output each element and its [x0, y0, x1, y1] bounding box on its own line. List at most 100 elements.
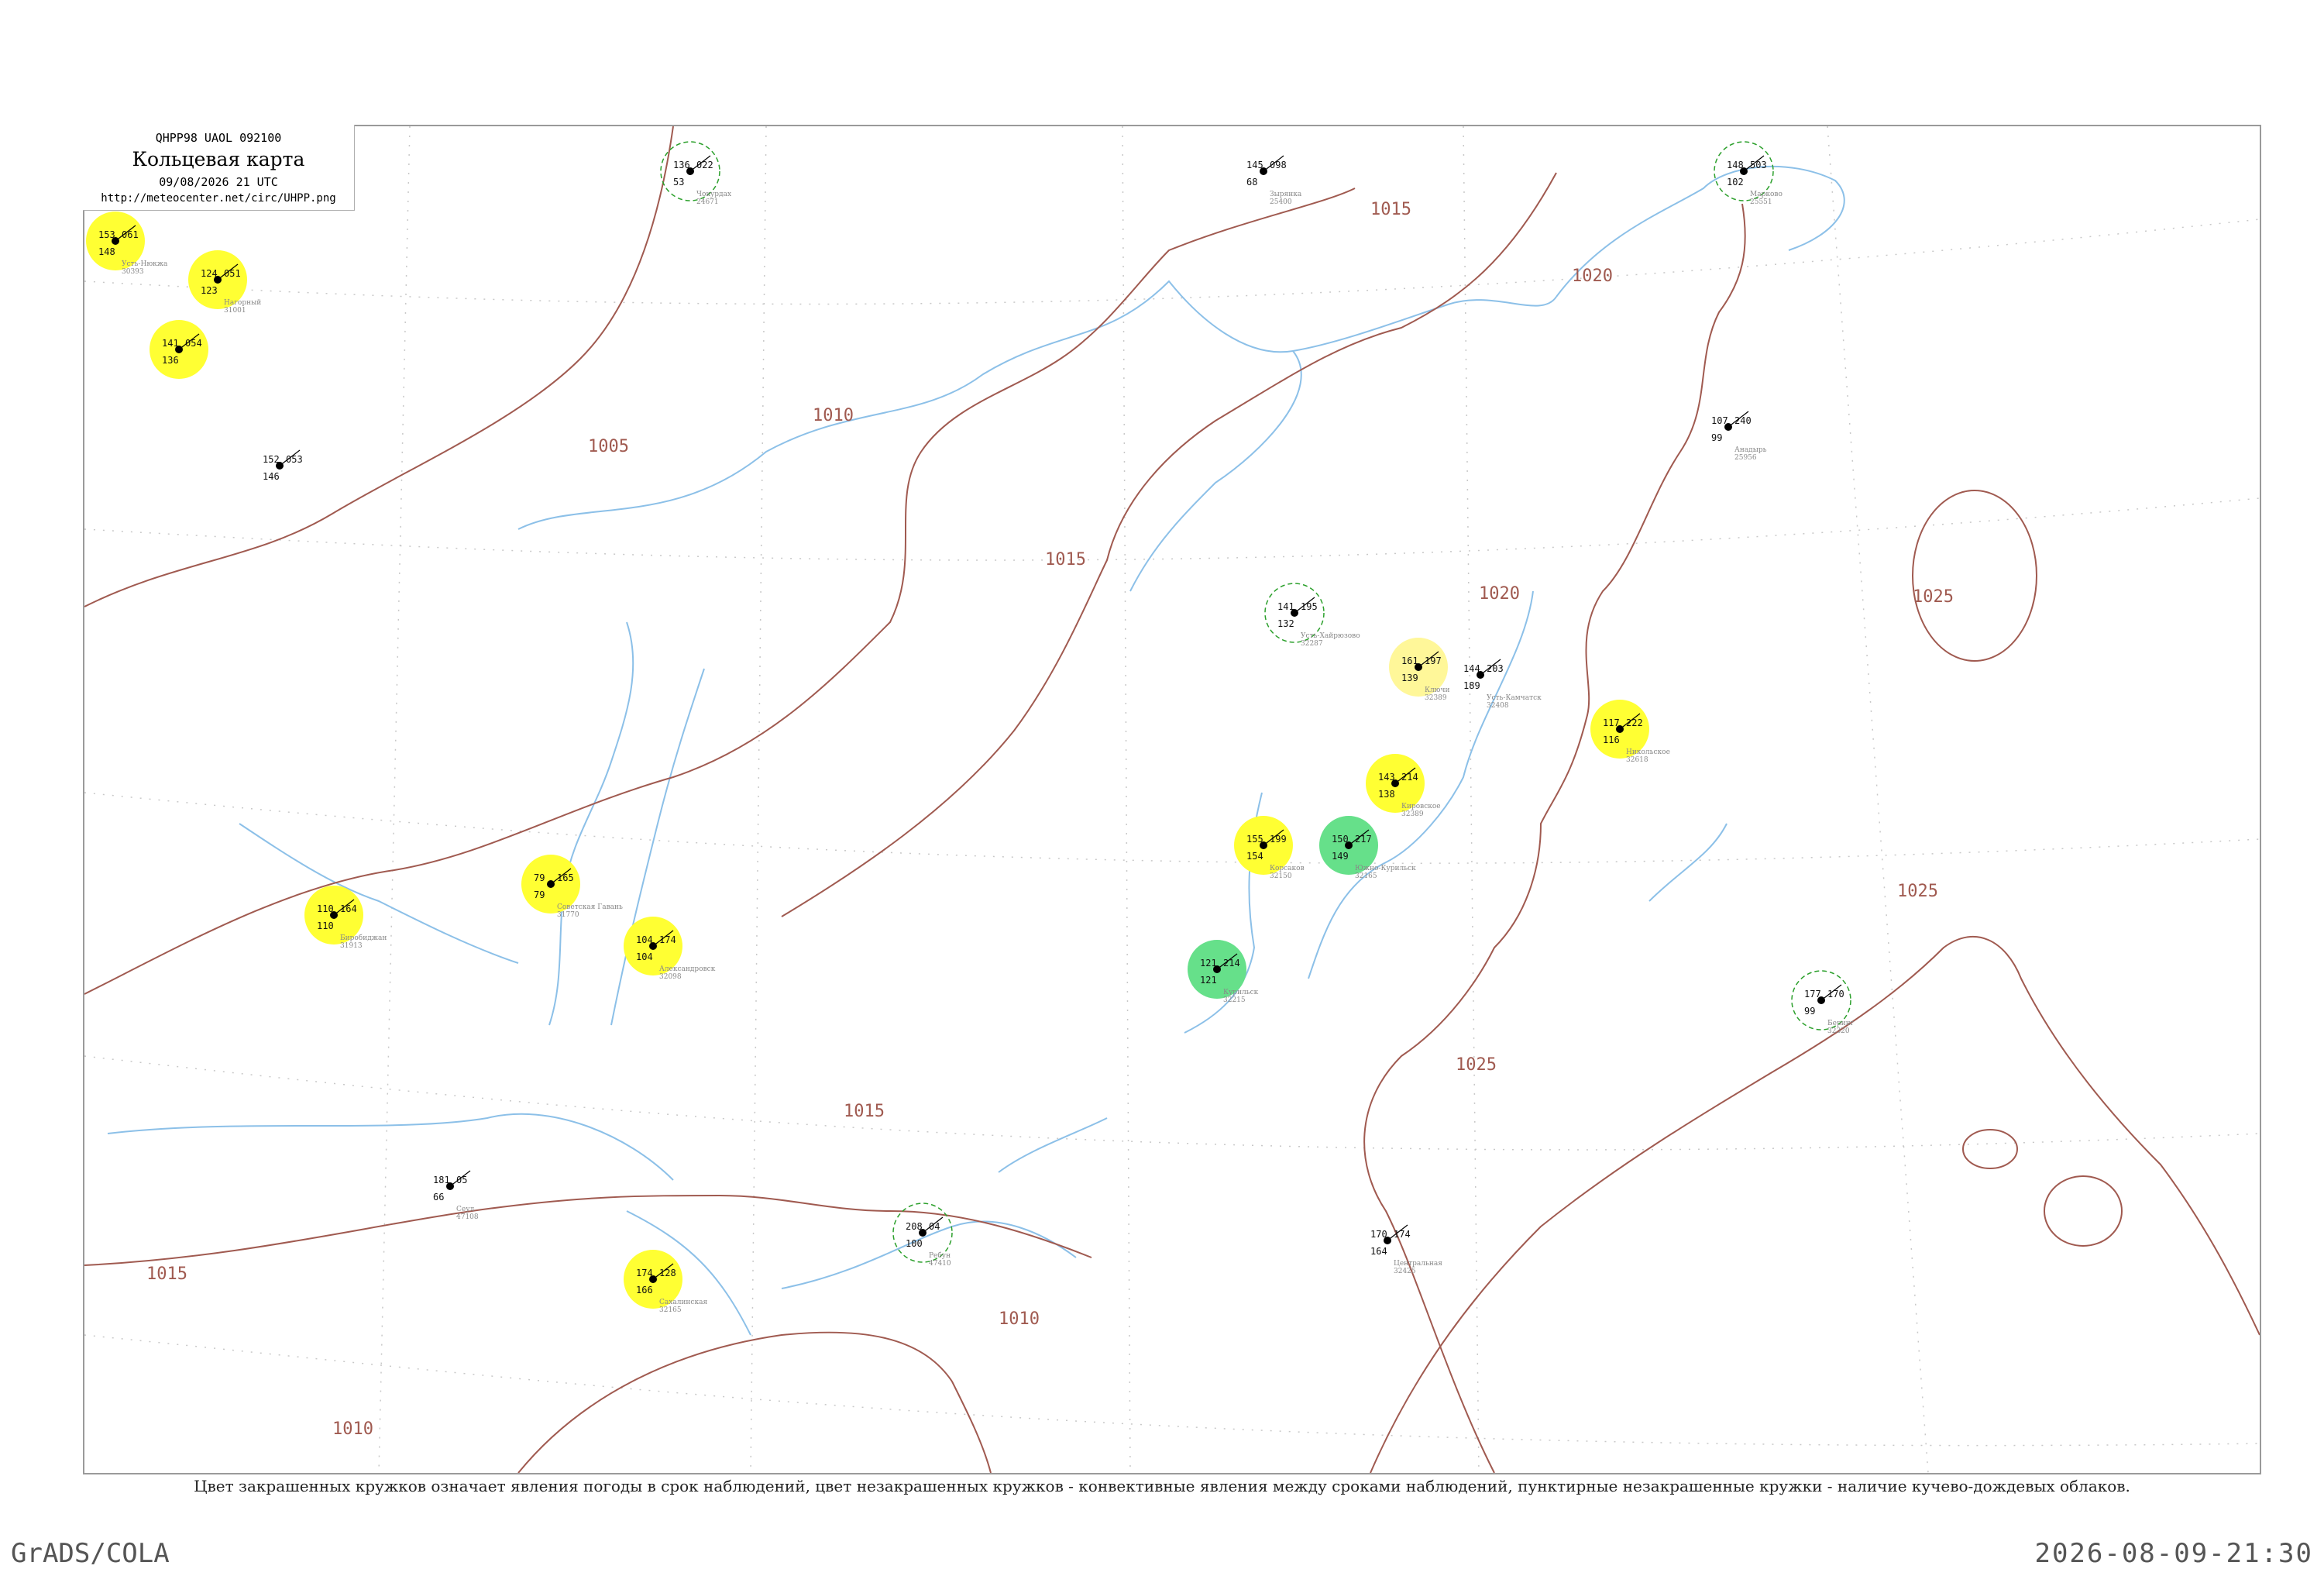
- station-temp: 110: [317, 903, 334, 914]
- station-name: Усть-Хайрюзово: [1301, 632, 1360, 640]
- station-index: 47108: [456, 1213, 479, 1221]
- station-dewpoint: 99: [1804, 1006, 1815, 1017]
- isobar-label: 1005: [588, 437, 629, 456]
- station-index: 32150: [1270, 872, 1292, 880]
- station-index: 32389: [1425, 694, 1447, 702]
- station-plot[interactable]: 144 203189Усть-Камчатск32408: [1463, 659, 1542, 710]
- station-plot[interactable]: 141 054136: [150, 320, 208, 379]
- station-dewpoint: 104: [636, 951, 653, 962]
- station-plot[interactable]: 150 217149Южно-Курильск32165: [1319, 816, 1416, 880]
- station-plot[interactable]: 177 17099Беринг32320: [1791, 970, 1855, 1035]
- coastline: [107, 165, 1845, 1336]
- station-index: 31913: [340, 942, 363, 950]
- station-temp: 170: [1370, 1229, 1387, 1240]
- station-temp: 79: [534, 872, 545, 883]
- station-plot[interactable]: 148 503102Марково25551: [1714, 141, 1783, 206]
- station-dewpoint: 132: [1277, 618, 1294, 629]
- isobars: [84, 126, 2260, 1473]
- station-index: 32098: [659, 973, 682, 981]
- isobar-label: 1020: [1479, 584, 1520, 604]
- isobar-label: 1015: [1045, 550, 1086, 569]
- isobar-label: 1020: [1572, 267, 1613, 286]
- station-dewpoint: 189: [1463, 680, 1480, 691]
- station-plot[interactable]: 136 02253Чокурдах24671: [660, 141, 731, 206]
- station-plot[interactable]: 161 197139Ключи32389: [1389, 638, 1449, 702]
- brand-label: GrADS/COLA: [11, 1538, 170, 1569]
- station-dewpoint: 110: [317, 920, 334, 931]
- source-url[interactable]: http://meteocenter.net/circ/UHPP.png: [83, 192, 354, 205]
- station-index: 32165: [1355, 872, 1377, 880]
- station-dewpoint: 68: [1246, 177, 1257, 188]
- station-index: 32389: [1401, 810, 1424, 818]
- station-plot[interactable]: 124 051123Нагорный31001: [188, 250, 261, 315]
- station-temp: 144: [1463, 663, 1480, 674]
- isobar-labels: 1005 1010 1010 1015 1015 1015 1015 1020 …: [146, 200, 1954, 1439]
- station-plot[interactable]: 174 128166Сахалинская32165: [624, 1250, 707, 1314]
- station-dewpoint: 149: [1332, 851, 1349, 862]
- station-name: Нагорный: [224, 299, 261, 307]
- station-temp: 161: [1401, 655, 1418, 666]
- station-index: 32618: [1626, 756, 1648, 764]
- station-name: Кировское: [1401, 803, 1441, 810]
- station-plot[interactable]: 141 195132Усть-Хайрюзово32287: [1264, 583, 1360, 648]
- station-temp: 124: [201, 268, 218, 279]
- station-plot[interactable]: 181 0566Сеул47108: [433, 1170, 479, 1221]
- station-temp: 136: [673, 160, 690, 170]
- station-index: 32165: [659, 1306, 682, 1314]
- station-name: Южно-Курильск: [1355, 865, 1416, 872]
- station-dewpoint: 148: [98, 246, 115, 257]
- render-timestamp: 2026-08-09-21:30: [2034, 1538, 2313, 1569]
- map-date: 09/08/2026 21 UTC: [159, 175, 278, 189]
- station-name: Никольское: [1626, 748, 1670, 756]
- station-dewpoint: 100: [906, 1238, 923, 1249]
- station-name: Курильск: [1223, 989, 1259, 996]
- station-dewpoint: 154: [1246, 851, 1263, 862]
- station-dewpoint: 53: [673, 177, 684, 188]
- isobar-1025: [1370, 935, 2260, 1473]
- station-plot[interactable]: 152 053146: [263, 449, 303, 482]
- synoptic-map: 1005 1010 1010 1015 1015 1015 1015 1020 …: [84, 126, 2260, 1473]
- station-temp: 174: [636, 1268, 653, 1278]
- station-name: Корсаков: [1270, 865, 1305, 872]
- isobar-label: 1010: [332, 1419, 373, 1439]
- station-index: 32320: [1827, 1027, 1850, 1035]
- station-plot[interactable]: 104 174104Александровск32098: [624, 917, 716, 981]
- isobar-label: 1015: [844, 1102, 885, 1121]
- station-dewpoint: 136: [162, 355, 179, 366]
- isobar-1010: [84, 188, 1356, 995]
- station-index: 32408: [1487, 702, 1509, 710]
- station-temp: 145: [1246, 160, 1263, 170]
- isobar-ring-small-2: [2044, 1175, 2123, 1247]
- station-plot[interactable]: 153 061148Усть-Нюкжа30393: [86, 212, 168, 276]
- station-index: 31001: [224, 307, 246, 315]
- station-temp: 107: [1711, 415, 1728, 426]
- station-plot[interactable]: 110 164110Биробиджан31913: [304, 886, 387, 950]
- station-temp: 177: [1804, 989, 1821, 1000]
- station-dewpoint: 138: [1378, 789, 1395, 800]
- station-name: Чокурдах: [696, 191, 731, 198]
- station-temp: 208: [906, 1221, 923, 1232]
- isobar-label: 1010: [999, 1309, 1040, 1329]
- isobar-label: 1010: [813, 406, 854, 425]
- station-plot[interactable]: 145 09868Зырянка25400: [1246, 155, 1302, 206]
- station-plot[interactable]: 143 214138Кировское32389: [1366, 754, 1441, 818]
- station-temp: 148: [1727, 160, 1744, 170]
- isobar-1020: [1363, 203, 1746, 1473]
- station-dewpoint: 139: [1401, 673, 1418, 683]
- station-plot[interactable]: 155 199154Корсаков32150: [1234, 816, 1305, 880]
- station-index: 25551: [1750, 198, 1772, 206]
- station-index: 32425: [1394, 1268, 1416, 1275]
- station-name: Ребун: [929, 1251, 951, 1260]
- station-dewpoint: 166: [636, 1285, 653, 1295]
- station-plot[interactable]: 79 16579Советская Гавань31770: [521, 855, 623, 919]
- station-index: 32215: [1223, 996, 1246, 1004]
- station-name: Марково: [1750, 191, 1783, 198]
- station-plot[interactable]: 117 222116Никольское32618: [1590, 700, 1670, 764]
- station-plot[interactable]: 170 174164Центральная32425: [1370, 1224, 1442, 1275]
- station-index: 25956: [1734, 454, 1757, 462]
- isobar-1025-ring: [1912, 490, 2037, 662]
- station-plot[interactable]: 107 24099Анадырь25956: [1711, 411, 1767, 462]
- station-dewpoint: 164: [1370, 1246, 1387, 1257]
- station-index: 30393: [122, 268, 144, 276]
- isobar-1010-south: [517, 1331, 992, 1473]
